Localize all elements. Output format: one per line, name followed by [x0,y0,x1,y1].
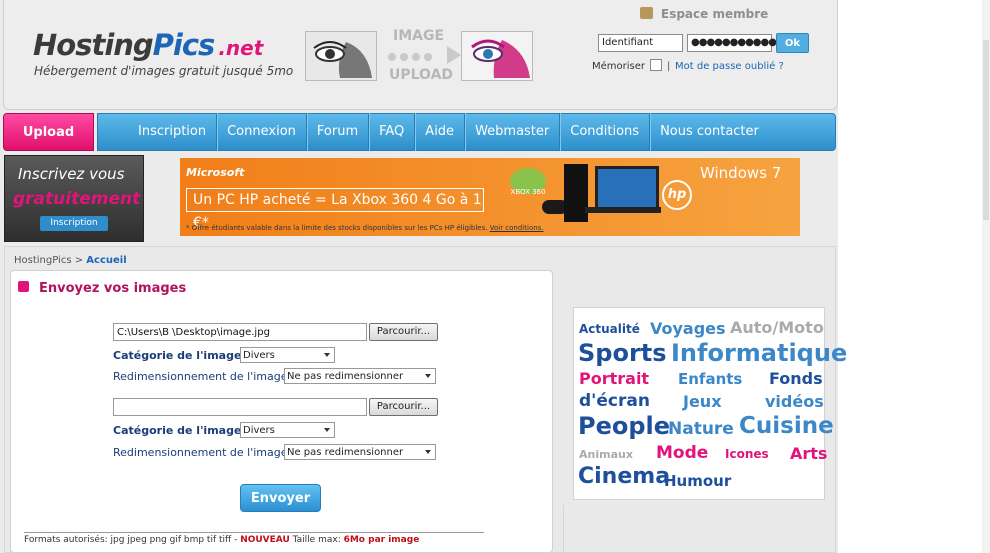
upload-form-title: Envoyez vos images [39,281,187,296]
login-ok-button[interactable]: Ok [776,33,809,53]
section-bullet-icon [18,281,29,292]
tag-auto-moto[interactable]: Auto/Moto [730,318,824,337]
file-input-1[interactable]: C:\Users\B \Desktop\image.jpg [113,323,367,341]
tag-sports[interactable]: Sports [578,339,667,367]
signup-line1: Inscrivez vous [18,165,125,183]
breadcrumb-root[interactable]: HostingPics [14,255,72,266]
main-navigation: Inscription Connexion Forum FAQ Aide Web… [97,113,836,151]
banner-conditions-link[interactable]: Voir conditions. [490,224,544,232]
tag-cuisine[interactable]: Cuisine [739,413,834,439]
scrollbar-thumb[interactable] [983,40,989,220]
tag-animaux[interactable]: Animaux [579,448,633,461]
lower-right-panel [563,505,832,553]
tag-actualite[interactable]: Actualité [579,322,640,336]
category-select-2[interactable]: Divers [240,422,335,438]
file-input-2[interactable] [113,398,367,416]
chevron-down-icon [425,450,431,454]
tag-arts[interactable]: Arts [790,444,827,463]
tag-fonds[interactable]: Fonds [769,369,823,388]
console-icon [564,164,588,222]
divider [24,532,484,533]
eye-gray-icon [306,32,376,80]
username-input[interactable]: Identifiant [598,34,683,52]
site-logo[interactable]: HostingPics .net [33,28,263,62]
resize-label-1: Redimensionnement de l'image [113,370,288,383]
nav-forum[interactable]: Forum [307,113,370,151]
logo-net: .net [218,36,264,60]
logo-hosting: Hosting [33,28,154,62]
resize-select-2[interactable]: Ne pas redimensionner [284,444,436,460]
site-tagline: Hébergement d'images gratuit jusqué 5mo [34,64,294,78]
category-select-1[interactable]: Divers [240,347,335,363]
eye-color-icon [462,32,532,80]
upload-button[interactable]: Upload [3,113,94,151]
grayscale-eye-image [305,31,377,81]
member-area-title: Espace membre [661,7,769,21]
colored-eye-image [461,31,533,81]
tag-nature[interactable]: Nature [668,419,734,439]
nav-conditions[interactable]: Conditions [560,113,651,151]
browse-button-2[interactable]: Parcourir... [369,398,438,416]
chevron-down-icon [324,353,330,357]
tag-mode[interactable]: Mode [656,443,708,463]
tag-informatique[interactable]: Informatique [671,339,847,367]
tag-decran[interactable]: d'écran [579,391,650,411]
tag-humour[interactable]: Humour [664,472,731,490]
chevron-down-icon [324,428,330,432]
category-label-2: Catégorie de l'image : [113,424,250,437]
banner-offer: Un PC HP acheté = La Xbox 360 4 Go à 1 €… [186,188,484,231]
laptop-icon [595,166,659,210]
nav-connexion[interactable]: Connexion [217,113,307,151]
nav-inscription[interactable]: Inscription [128,113,218,151]
browse-button-1[interactable]: Parcourir... [369,323,438,341]
formats-info: Formats autorisés: jpg jpeg png gif bmp … [24,535,420,545]
laptop-base [585,207,661,213]
tag-voyages[interactable]: Voyages [650,319,726,338]
signup-button[interactable]: Inscription [40,216,108,231]
nav-webmaster[interactable]: Webmaster [465,113,561,151]
tag-icones[interactable]: Icones [725,447,769,461]
breadcrumb: HostingPics > Accueil [14,255,127,266]
signup-line2: gratuitement [13,189,141,209]
forgot-password-link[interactable]: Mot de passe oublié ? [675,61,784,72]
banner-note: * Offre étudiants valable dans la limite… [186,224,544,232]
send-button[interactable]: Envoyer [240,484,321,512]
separator: | [667,61,671,72]
upload-label: UPLOAD [389,67,454,83]
resize-label-2: Redimensionnement de l'image [113,446,288,459]
image-label: IMAGE [393,28,445,44]
hp-logo-icon: hp [662,180,692,210]
nav-contact[interactable]: Nous contacter [650,113,769,151]
remember-label: Mémoriser [592,61,646,72]
tag-enfants[interactable]: Enfants [678,370,742,388]
chevron-down-icon [425,374,431,378]
banner-brand: Microsoft [186,166,245,179]
nav-aide[interactable]: Aide [415,113,466,151]
breadcrumb-current: Accueil [86,255,127,266]
progress-dots [388,51,436,64]
resize-select-1[interactable]: Ne pas redimensionner [284,368,436,384]
tag-people[interactable]: People [578,412,670,440]
password-input[interactable]: ●●●●●●●●●●●● [687,34,785,52]
tag-videos[interactable]: vidéos [765,392,824,411]
tag-jeux[interactable]: Jeux [683,392,722,411]
tag-cinema[interactable]: Cinema [578,464,670,489]
windows-logo: Windows 7 [700,164,782,182]
logo-pics: Pics [152,28,216,62]
remember-checkbox[interactable] [650,59,662,71]
xbox-logo-icon: XBOX 360 [510,168,546,196]
category-label-1: Catégorie de l'image : [113,349,250,362]
nav-faq[interactable]: FAQ [369,113,416,151]
tag-portrait[interactable]: Portrait [579,369,649,388]
arrow-right-icon [447,46,461,64]
